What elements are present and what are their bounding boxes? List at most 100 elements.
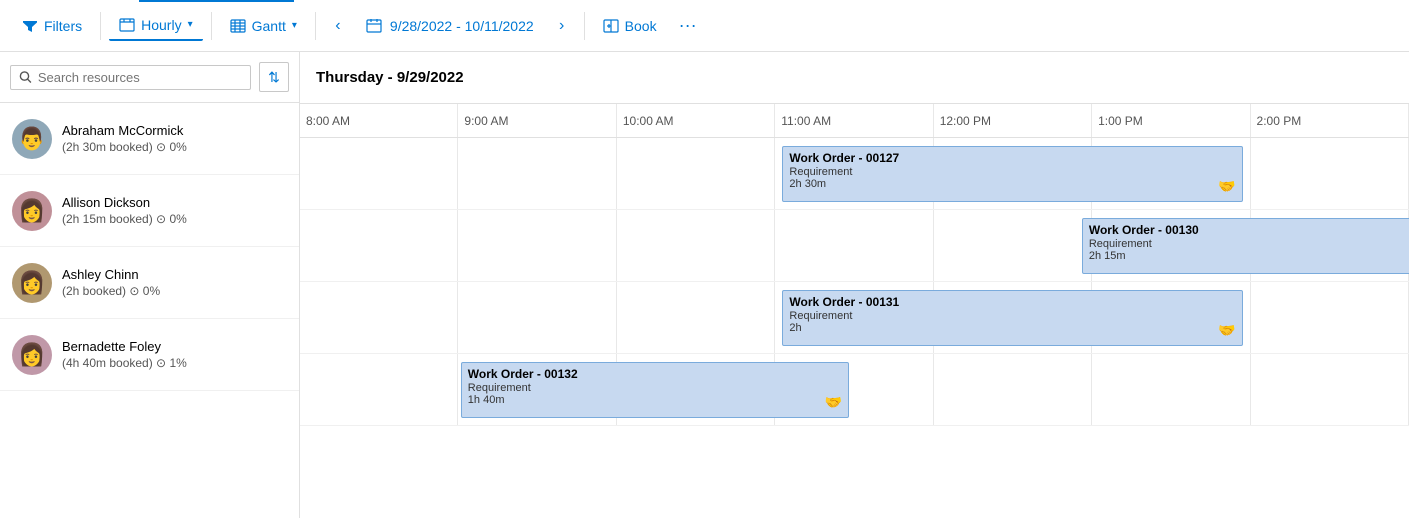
resource-row[interactable]: 👨 Abraham McCormick (2h 30m booked) ⊙ 0% xyxy=(0,103,299,175)
work-order-duration: 2h xyxy=(789,322,1235,334)
resource-name: Abraham McCormick xyxy=(62,123,287,138)
gantt-cell xyxy=(458,138,616,209)
hourly-caret: ▾ xyxy=(188,19,193,30)
gantt-cell xyxy=(458,210,616,281)
handshake-icon: 🤝 xyxy=(825,394,842,411)
avatar: 👨 xyxy=(12,119,52,159)
work-order-block[interactable]: Work Order - 00132 Requirement 1h 40m 🤝 xyxy=(461,362,849,418)
more-label: ··· xyxy=(679,15,697,36)
gantt-cell xyxy=(775,210,933,281)
toolbar: Filters Hourly ▾ Gantt ▾ ‹ 9/2 xyxy=(0,0,1409,52)
resource-panel: ⇅ 👨 Abraham McCormick (2h 30m booked) ⊙ … xyxy=(0,52,300,518)
resource-row[interactable]: 👩 Allison Dickson (2h 15m booked) ⊙ 0% xyxy=(0,175,299,247)
avatar: 👩 xyxy=(12,191,52,231)
separator-1 xyxy=(100,12,101,40)
search-icon xyxy=(19,70,32,84)
time-slot: 9:00 AM xyxy=(458,104,616,137)
filters-label: Filters xyxy=(44,18,82,34)
avatar: 👩 xyxy=(12,335,52,375)
resource-name: Allison Dickson xyxy=(62,195,287,210)
gantt-body: Work Order - 00127 Requirement 2h 30m 🤝 … xyxy=(300,138,1409,518)
gantt-date-header: Thursday - 9/29/2022 xyxy=(300,52,1409,104)
work-order-sub: Requirement xyxy=(1089,238,1408,250)
resource-info: Abraham McCormick (2h 30m booked) ⊙ 0% xyxy=(62,123,287,154)
gantt-caret: ▾ xyxy=(292,20,297,31)
sort-icon: ⇅ xyxy=(268,69,280,86)
search-input-wrap[interactable] xyxy=(10,65,251,90)
resource-info: Allison Dickson (2h 15m booked) ⊙ 0% xyxy=(62,195,287,226)
gantt-panel: Thursday - 9/29/2022 8:00 AM9:00 AM10:00… xyxy=(300,52,1409,518)
book-icon xyxy=(603,18,619,34)
separator-3 xyxy=(315,12,316,40)
time-slot: 2:00 PM xyxy=(1251,104,1409,137)
resource-name: Ashley Chinn xyxy=(62,267,287,282)
more-button[interactable]: ··· xyxy=(671,9,705,42)
resource-name: Bernadette Foley xyxy=(62,339,287,354)
gantt-cell xyxy=(1251,138,1409,209)
handshake-icon: 🤝 xyxy=(1218,178,1235,195)
gantt-cell xyxy=(617,138,775,209)
gantt-date-title: Thursday - 9/29/2022 xyxy=(316,69,464,86)
resource-meta: (2h 15m booked) ⊙ 0% xyxy=(62,212,287,226)
work-order-duration: 2h 30m xyxy=(789,178,1235,190)
date-range: 9/28/2022 - 10/11/2022 xyxy=(356,12,544,40)
gantt-cell xyxy=(1251,282,1409,353)
gantt-label: Gantt xyxy=(252,18,286,34)
work-order-duration: 1h 40m xyxy=(468,394,842,406)
calendar-icon xyxy=(366,18,382,34)
work-order-block[interactable]: Work Order - 00131 Requirement 2h 🤝 xyxy=(782,290,1242,346)
resource-meta: (4h 40m booked) ⊙ 1% xyxy=(62,356,287,370)
avatar: 👩 xyxy=(12,263,52,303)
main-area: ⇅ 👨 Abraham McCormick (2h 30m booked) ⊙ … xyxy=(0,52,1409,518)
time-slot: 8:00 AM xyxy=(300,104,458,137)
sort-button[interactable]: ⇅ xyxy=(259,62,289,92)
filters-button[interactable]: Filters xyxy=(12,12,92,40)
work-order-block[interactable]: Work Order - 00127 Requirement 2h 30m 🤝 xyxy=(782,146,1242,202)
work-order-title: Work Order - 00131 xyxy=(789,295,1235,309)
search-input[interactable] xyxy=(38,70,242,85)
gantt-time-header: 8:00 AM9:00 AM10:00 AM11:00 AM12:00 PM1:… xyxy=(300,104,1409,138)
separator-4 xyxy=(584,12,585,40)
resource-info: Ashley Chinn (2h booked) ⊙ 0% xyxy=(62,267,287,298)
work-order-duration: 2h 15m xyxy=(1089,250,1408,262)
gantt-cell xyxy=(300,354,458,425)
gantt-cell xyxy=(300,282,458,353)
separator-2 xyxy=(211,12,212,40)
gantt-icon xyxy=(230,18,246,34)
hourly-button[interactable]: Hourly ▾ xyxy=(109,11,203,41)
gantt-cell xyxy=(617,282,775,353)
gantt-cell xyxy=(1092,354,1250,425)
gantt-cell xyxy=(300,210,458,281)
time-slot: 11:00 AM xyxy=(775,104,933,137)
time-slot: 1:00 PM xyxy=(1092,104,1250,137)
resource-row[interactable]: 👩 Bernadette Foley (4h 40m booked) ⊙ 1% xyxy=(0,319,299,391)
search-bar: ⇅ xyxy=(0,52,299,103)
resource-row[interactable]: 👩 Ashley Chinn (2h booked) ⊙ 0% xyxy=(0,247,299,319)
gantt-cell xyxy=(934,210,1092,281)
handshake-icon: 🤝 xyxy=(1218,322,1235,339)
resource-meta: (2h 30m booked) ⊙ 0% xyxy=(62,140,287,154)
work-order-title: Work Order - 00130 xyxy=(1089,223,1408,237)
next-button[interactable]: › xyxy=(548,12,576,40)
work-order-title: Work Order - 00127 xyxy=(789,151,1235,165)
hourly-icon xyxy=(119,17,135,33)
time-slot: 10:00 AM xyxy=(617,104,775,137)
gantt-cell xyxy=(1251,354,1409,425)
gantt-cell xyxy=(300,138,458,209)
gantt-cell xyxy=(617,210,775,281)
work-order-sub: Requirement xyxy=(789,166,1235,178)
gantt-cell xyxy=(458,282,616,353)
resource-list: 👨 Abraham McCormick (2h 30m booked) ⊙ 0%… xyxy=(0,103,299,518)
work-order-block[interactable]: Work Order - 00130 Requirement 2h 15m xyxy=(1082,218,1409,274)
work-order-sub: Requirement xyxy=(789,310,1235,322)
gantt-button[interactable]: Gantt ▾ xyxy=(220,12,307,40)
resource-info: Bernadette Foley (4h 40m booked) ⊙ 1% xyxy=(62,339,287,370)
filter-icon xyxy=(22,18,38,34)
date-range-label: 9/28/2022 - 10/11/2022 xyxy=(390,18,534,34)
prev-button[interactable]: ‹ xyxy=(324,12,352,40)
book-label: Book xyxy=(625,18,657,34)
work-order-title: Work Order - 00132 xyxy=(468,367,842,381)
book-button[interactable]: Book xyxy=(593,12,667,40)
time-slot: 12:00 PM xyxy=(934,104,1092,137)
gantt-cell xyxy=(934,354,1092,425)
